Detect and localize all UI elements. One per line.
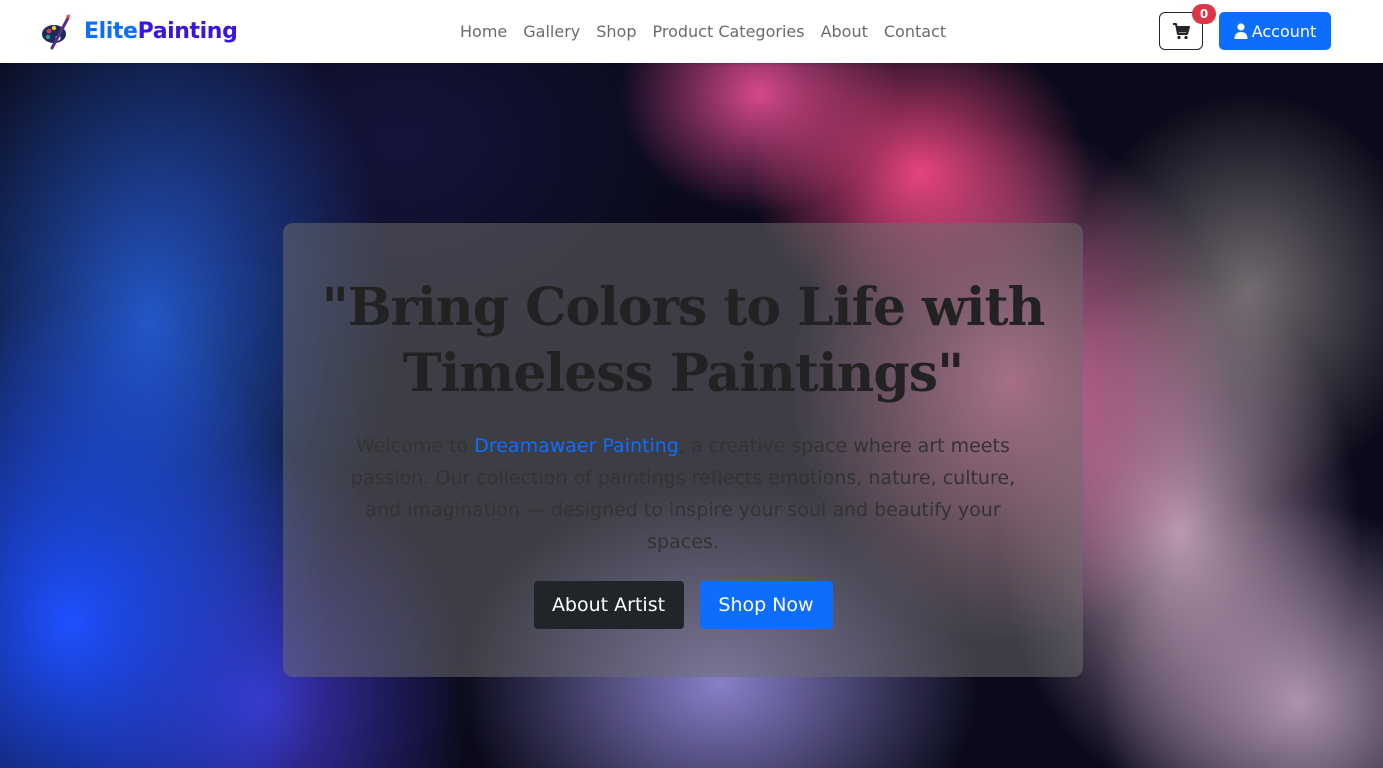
nav-link-about[interactable]: About [813,22,876,41]
cart-icon [1173,23,1190,40]
nav-link-product-categories[interactable]: Product Categories [644,22,812,41]
cart-count-badge: 0 [1192,4,1216,24]
shop-now-button[interactable]: Shop Now [699,581,833,629]
hero-section: "Bring Colors to Life with Timeless Pain… [0,63,1383,768]
cart-button[interactable]: 0 [1159,4,1216,50]
hero-text-before: Welcome to [356,435,475,457]
user-icon [1234,23,1248,39]
nav-links: Home Gallery Shop Product Categories Abo… [452,18,954,44]
navbar: ElitePainting Home Gallery Shop Product … [0,0,1383,63]
account-label: Account [1251,21,1317,41]
nav-link-shop[interactable]: Shop [588,22,644,41]
nav-link-contact[interactable]: Contact [876,22,954,41]
brand-name-part2: Painting [137,18,238,44]
hero-actions: About Artist Shop Now [283,581,1083,629]
account-button[interactable]: Account [1219,12,1331,50]
brand-name: ElitePainting [84,18,238,44]
brand-name-part1: Elite [84,18,138,44]
about-artist-button[interactable]: About Artist [533,581,684,629]
hero-brand-link[interactable]: Dreamawaer Painting [474,435,679,457]
palette-brush-icon [42,14,70,50]
hero-card: "Bring Colors to Life with Timeless Pain… [283,223,1083,677]
hero-title-line1: "Bring Colors to Life with [321,277,1046,338]
hero-title: "Bring Colors to Life with Timeless Pain… [283,275,1083,407]
nav-link-gallery[interactable]: Gallery [515,22,588,41]
nav-link-home[interactable]: Home [452,22,515,41]
brand[interactable]: ElitePainting [40,12,238,50]
hero-description: Welcome to Dreamawaer Painting, a creati… [331,430,1035,558]
hero-title-line2: Timeless Paintings" [402,343,964,404]
